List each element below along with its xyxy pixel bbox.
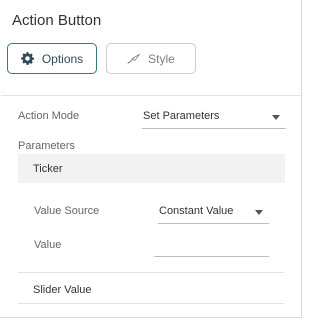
value-input[interactable]: [154, 235, 269, 257]
parameter-divider: [18, 272, 284, 273]
section-divider: [1, 95, 301, 96]
gear-icon: [21, 52, 35, 66]
parameter-item-label: Slider Value: [33, 283, 92, 296]
value-source-dropdown[interactable]: Constant Value: [158, 199, 269, 224]
tab-options-label: Options: [41, 51, 84, 66]
parameters-label: Parameters: [18, 140, 75, 152]
value-source-label: Value Source: [34, 205, 100, 217]
panel-title: Action Button: [12, 12, 102, 29]
dropdown-underline: [158, 223, 269, 224]
parameter-item-ticker[interactable]: Ticker: [18, 154, 285, 183]
value-label: Value: [34, 239, 62, 251]
tab-options[interactable]: Options: [7, 43, 97, 74]
chevron-down-icon: [272, 115, 280, 120]
tab-style[interactable]: Style: [106, 43, 196, 74]
chevron-down-icon: [255, 210, 263, 215]
parameter-item-slider-value[interactable]: Slider Value: [18, 275, 285, 304]
parameter-divider: [18, 303, 284, 304]
input-underline: [154, 256, 269, 257]
value-source-value: Constant Value: [159, 205, 234, 217]
action-button-panel: Action Button Options Style Action Mode …: [0, 0, 302, 318]
brush-icon: [127, 52, 141, 66]
action-mode-dropdown[interactable]: Set Parameters: [142, 104, 286, 129]
tab-style-label: Style: [148, 51, 175, 66]
action-mode-label: Action Mode: [18, 110, 80, 122]
action-mode-value: Set Parameters: [143, 110, 220, 122]
parameter-item-label: Ticker: [33, 162, 63, 175]
dropdown-underline: [142, 128, 286, 129]
